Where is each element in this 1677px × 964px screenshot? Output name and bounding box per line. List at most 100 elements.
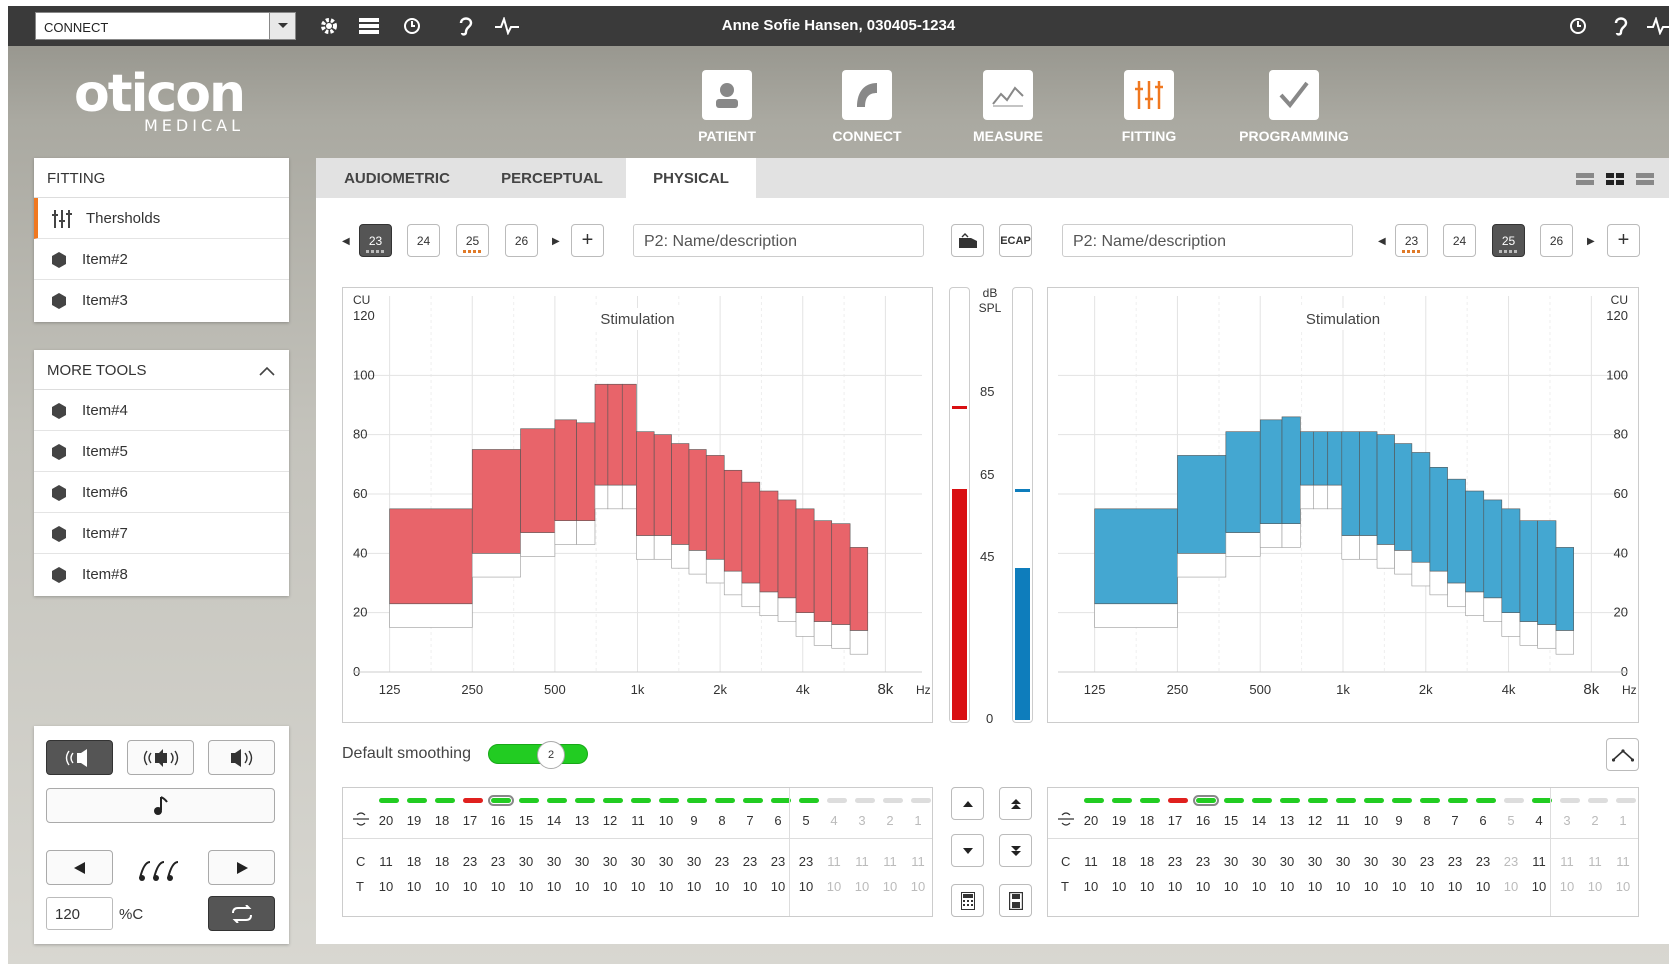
cell[interactable]: 10 xyxy=(1357,879,1385,894)
cell[interactable]: 10 xyxy=(680,879,708,894)
cell[interactable]: 13 xyxy=(1273,813,1301,828)
music-button[interactable] xyxy=(46,788,275,823)
electrode-status[interactable] xyxy=(771,798,791,803)
cell[interactable]: 10 xyxy=(1301,879,1329,894)
cell[interactable]: 30 xyxy=(1245,854,1273,869)
cell[interactable]: 23 xyxy=(764,854,792,869)
cell[interactable]: 10 xyxy=(596,879,624,894)
cell[interactable]: 4 xyxy=(820,813,848,828)
cell[interactable]: 23 xyxy=(1413,854,1441,869)
stimulation-button[interactable] xyxy=(951,224,984,257)
electrode-status[interactable] xyxy=(855,798,875,803)
electrode-status[interactable] xyxy=(1560,798,1580,803)
program-chip-23[interactable]: 23 xyxy=(359,224,392,257)
cell[interactable]: 1 xyxy=(1609,813,1637,828)
more-tools-header[interactable]: MORE TOOLS xyxy=(34,350,289,390)
cell[interactable]: 7 xyxy=(1441,813,1469,828)
cell[interactable]: 23 xyxy=(1469,854,1497,869)
electrode-status[interactable] xyxy=(407,798,427,803)
cell[interactable]: 30 xyxy=(596,854,624,869)
cell[interactable]: 30 xyxy=(1217,854,1245,869)
cell[interactable]: 20 xyxy=(372,813,400,828)
cell[interactable]: 10 xyxy=(1497,879,1525,894)
smoothing-handle[interactable]: 2 xyxy=(537,741,565,769)
cell[interactable]: 11 xyxy=(1553,854,1581,869)
cell[interactable]: 7 xyxy=(736,813,764,828)
program-chip-23-right[interactable]: 23 xyxy=(1395,224,1428,257)
percent-input[interactable]: 120 xyxy=(46,897,113,930)
electrode-status[interactable] xyxy=(1392,798,1412,803)
nav-fitting[interactable]: FITTING xyxy=(1089,70,1209,144)
cell[interactable]: 18 xyxy=(1133,813,1161,828)
cell[interactable]: 19 xyxy=(1105,813,1133,828)
cell[interactable]: 15 xyxy=(1217,813,1245,828)
loop-button[interactable] xyxy=(208,896,275,931)
electrode-status[interactable] xyxy=(1588,798,1608,803)
cell[interactable]: 13 xyxy=(568,813,596,828)
electrode-status[interactable] xyxy=(687,798,707,803)
cell[interactable]: 10 xyxy=(1357,813,1385,828)
cell[interactable]: 14 xyxy=(1245,813,1273,828)
left-chart-svg[interactable]: 1252505001k2k4k8k120100806040200CUHzStim… xyxy=(343,288,932,722)
cell[interactable]: 11 xyxy=(372,854,400,869)
electrode-status[interactable] xyxy=(379,798,399,803)
electrode-status[interactable] xyxy=(1532,798,1552,803)
cell[interactable]: 9 xyxy=(680,813,708,828)
cell[interactable]: 10 xyxy=(764,879,792,894)
electrode-status[interactable] xyxy=(435,798,455,803)
cell[interactable]: 23 xyxy=(1189,854,1217,869)
pulse-icon[interactable] xyxy=(1647,14,1671,38)
electrode-status[interactable] xyxy=(1364,798,1384,803)
electrode-status[interactable] xyxy=(547,798,567,803)
cell[interactable]: 30 xyxy=(540,854,568,869)
cell[interactable]: 10 xyxy=(1469,879,1497,894)
cell[interactable]: 10 xyxy=(876,879,904,894)
curve-button[interactable] xyxy=(1606,738,1639,771)
cell[interactable]: 6 xyxy=(1469,813,1497,828)
cell[interactable]: 17 xyxy=(456,813,484,828)
cell[interactable]: 18 xyxy=(1105,854,1133,869)
cell[interactable]: 10 xyxy=(1217,879,1245,894)
cell[interactable]: 11 xyxy=(1581,854,1609,869)
tools-item-7[interactable]: Item#7 xyxy=(34,513,289,554)
save-button[interactable] xyxy=(999,884,1032,917)
smoothing-slider[interactable]: 2 xyxy=(488,741,588,769)
cell[interactable]: 30 xyxy=(1273,854,1301,869)
cell[interactable]: 23 xyxy=(1497,854,1525,869)
program-chip-26-right[interactable]: 26 xyxy=(1540,224,1573,257)
cell[interactable]: 5 xyxy=(792,813,820,828)
electrode-status[interactable] xyxy=(1168,798,1188,803)
program-name-input-right[interactable]: P2: Name/description xyxy=(1062,224,1353,257)
cell[interactable]: 30 xyxy=(1301,854,1329,869)
electrode-status[interactable] xyxy=(715,798,735,803)
electrode-status[interactable] xyxy=(1280,798,1300,803)
cell[interactable]: 10 xyxy=(372,879,400,894)
cell[interactable]: 10 xyxy=(1189,879,1217,894)
cell[interactable]: 14 xyxy=(540,813,568,828)
cell[interactable]: 10 xyxy=(568,879,596,894)
cell[interactable]: 11 xyxy=(848,854,876,869)
increase-all-button[interactable] xyxy=(999,787,1032,820)
cell[interactable]: 12 xyxy=(1301,813,1329,828)
next-button[interactable] xyxy=(208,850,275,885)
electrode-status[interactable] xyxy=(883,798,903,803)
cell[interactable]: 30 xyxy=(624,854,652,869)
cell[interactable]: 18 xyxy=(428,854,456,869)
electrode-status[interactable] xyxy=(1504,798,1524,803)
electrode-status[interactable] xyxy=(488,795,514,806)
electrode-status[interactable] xyxy=(827,798,847,803)
cell[interactable]: 10 xyxy=(456,879,484,894)
cell[interactable]: 16 xyxy=(484,813,512,828)
electrode-status[interactable] xyxy=(1336,798,1356,803)
triangle-left-icon[interactable]: ◀ xyxy=(342,236,350,247)
electrode-status[interactable] xyxy=(463,798,483,803)
cell[interactable]: 30 xyxy=(1357,854,1385,869)
electrode-status[interactable] xyxy=(659,798,679,803)
tools-item-4[interactable]: Item#4 xyxy=(34,390,289,431)
cell[interactable]: 10 xyxy=(1609,879,1637,894)
cell[interactable]: 15 xyxy=(512,813,540,828)
cell[interactable]: 23 xyxy=(736,854,764,869)
cell[interactable]: 10 xyxy=(428,879,456,894)
cell[interactable]: 10 xyxy=(512,879,540,894)
program-chip-24-right[interactable]: 24 xyxy=(1443,224,1476,257)
